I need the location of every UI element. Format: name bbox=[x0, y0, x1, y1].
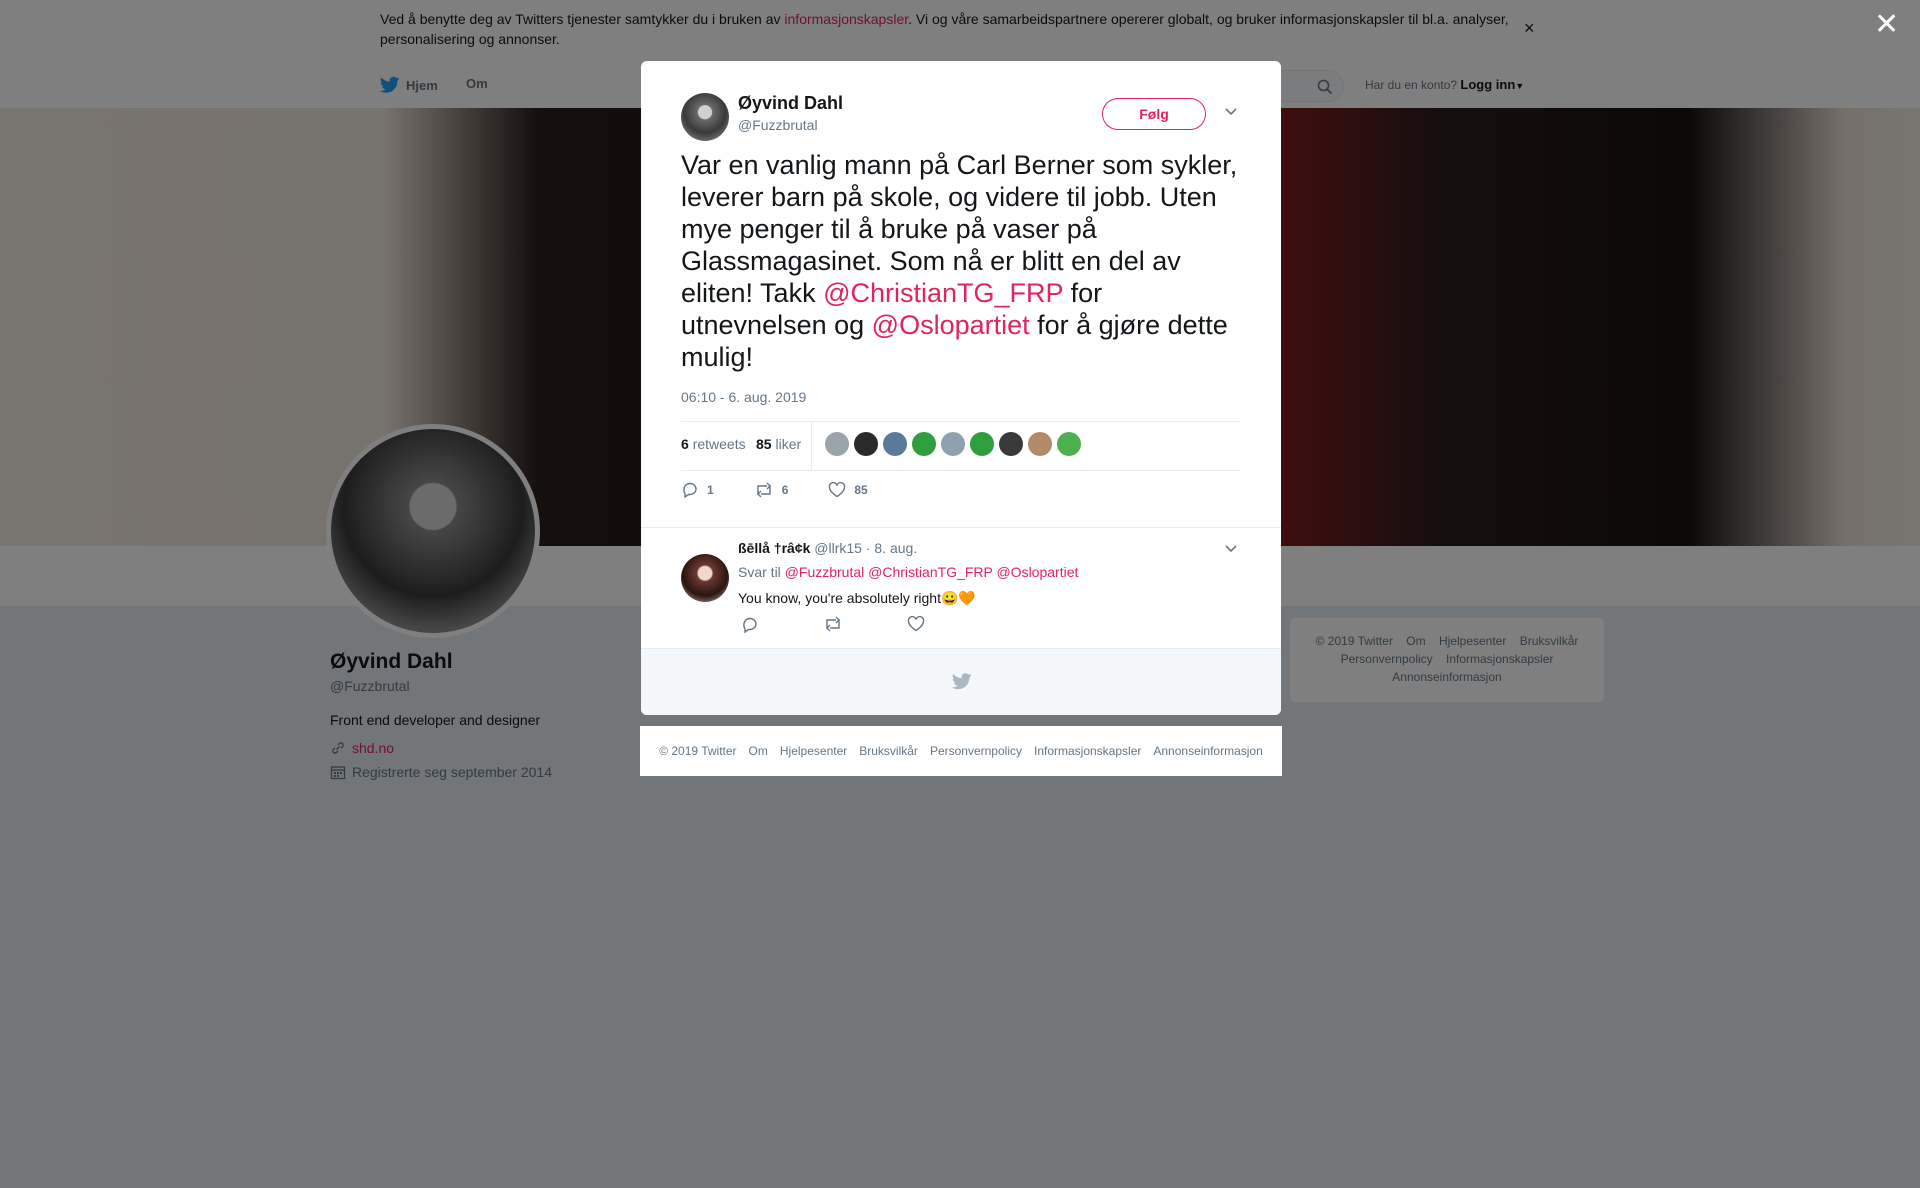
tweet-text: Var en vanlig mann på Carl Berner som sy… bbox=[681, 150, 1238, 372]
chevron-down-icon[interactable] bbox=[1224, 544, 1238, 554]
retweet-button[interactable]: 6 bbox=[754, 481, 788, 499]
reply-icon[interactable] bbox=[741, 616, 759, 634]
follow-button[interactable]: Følg bbox=[1102, 98, 1206, 130]
footer-link[interactable]: © 2019 Twitter bbox=[659, 744, 736, 758]
reply-text: You know, you're absolutely right😀🧡 bbox=[738, 590, 976, 606]
mention-link[interactable]: @Oslopartiet bbox=[872, 310, 1030, 340]
retweet-icon bbox=[756, 482, 771, 498]
liker-avatar[interactable] bbox=[999, 432, 1023, 456]
reply-button[interactable]: 1 bbox=[681, 481, 714, 499]
footer-link[interactable]: Informasjonskapsler bbox=[1034, 744, 1141, 758]
divider bbox=[811, 422, 812, 470]
reply-author-avatar[interactable] bbox=[681, 554, 729, 602]
reply-to-line: Svar til @Fuzzbrutal @ChristianTG_FRP @O… bbox=[738, 564, 1079, 580]
reply-header: ßēllå †râ¢k @llrk15 · 8. aug. bbox=[738, 540, 917, 556]
heart-icon bbox=[829, 482, 846, 498]
liker-avatar[interactable] bbox=[883, 432, 907, 456]
footer-link[interactable]: Personvernpolicy bbox=[930, 744, 1022, 758]
like-button[interactable]: 85 bbox=[828, 481, 868, 499]
retweets-stat[interactable]: 6 retweets bbox=[681, 436, 746, 452]
tweet-stats: 6 retweets 85 liker bbox=[681, 421, 1241, 471]
heart-icon[interactable] bbox=[907, 616, 925, 632]
likes-stat[interactable]: 85 liker bbox=[756, 436, 801, 452]
tweet-timestamp[interactable]: 06:10 - 6. aug. 2019 bbox=[681, 389, 806, 405]
footer-link[interactable]: Om bbox=[749, 744, 768, 758]
reply-author-handle[interactable]: @llrk15 bbox=[814, 540, 862, 556]
liker-avatar[interactable] bbox=[1028, 432, 1052, 456]
liker-avatar[interactable] bbox=[1057, 432, 1081, 456]
liker-avatars bbox=[825, 432, 1081, 456]
tweet-modal: Øyvind Dahl @Fuzzbrutal Følg Var en vanl… bbox=[641, 61, 1281, 715]
tweet-author-avatar[interactable] bbox=[681, 93, 729, 141]
footer-link[interactable]: Hjelpesenter bbox=[780, 744, 847, 758]
tweet-author-handle[interactable]: @Fuzzbrutal bbox=[738, 117, 818, 133]
tweet-actions: 1 6 85 bbox=[681, 481, 908, 499]
modal-footer: © 2019 Twitter Om Hjelpesenter Bruksvilk… bbox=[640, 726, 1282, 776]
mention-link[interactable]: @ChristianTG_FRP bbox=[823, 278, 1063, 308]
close-icon[interactable]: ✕ bbox=[1874, 10, 1899, 40]
reply-actions bbox=[741, 616, 925, 634]
footer-link[interactable]: Bruksvilkår bbox=[859, 744, 918, 758]
twitter-bird-icon bbox=[952, 673, 972, 690]
liker-avatar[interactable] bbox=[912, 432, 936, 456]
reply-author-name[interactable]: ßēllå †râ¢k bbox=[738, 540, 810, 556]
liker-avatar[interactable] bbox=[825, 432, 849, 456]
reply-date[interactable]: · 8. aug. bbox=[866, 540, 917, 556]
mention-link[interactable]: @Fuzzbrutal @ChristianTG_FRP @Oslopartie… bbox=[785, 564, 1079, 580]
reply-icon bbox=[683, 482, 697, 499]
tweet-author-name[interactable]: Øyvind Dahl bbox=[738, 93, 843, 114]
chevron-down-icon[interactable] bbox=[1224, 107, 1238, 117]
retweet-icon[interactable] bbox=[823, 616, 843, 632]
liker-avatar[interactable] bbox=[970, 432, 994, 456]
liker-avatar[interactable] bbox=[941, 432, 965, 456]
liker-avatar[interactable] bbox=[854, 432, 878, 456]
reply-tweet[interactable]: ßēllå †râ¢k @llrk15 · 8. aug. Svar til @… bbox=[641, 527, 1281, 648]
footer-link[interactable]: Annonseinformasjon bbox=[1153, 744, 1262, 758]
modal-bottom-bar bbox=[641, 648, 1281, 715]
